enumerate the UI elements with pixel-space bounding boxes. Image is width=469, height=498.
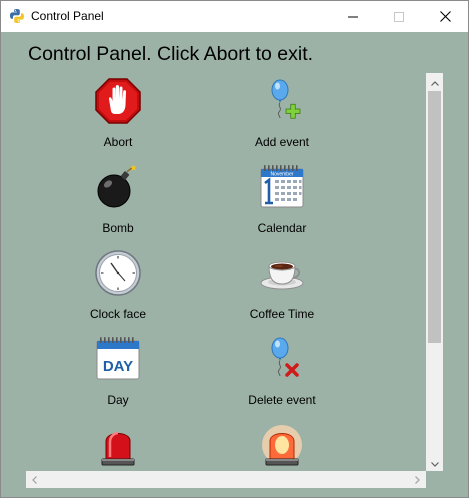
item-label: Coffee Time [249, 307, 315, 321]
item-add-event[interactable]: Add event [192, 73, 372, 153]
close-button[interactable] [422, 1, 468, 32]
balloon-delete-icon [258, 335, 306, 383]
bomb-icon [94, 163, 142, 211]
item-label: Calendar [257, 221, 307, 235]
minimize-icon [348, 12, 358, 22]
minimize-button[interactable] [330, 1, 376, 32]
window-title: Control Panel [31, 9, 104, 23]
item-label: Add event [254, 135, 310, 149]
balloon-plus-icon [258, 77, 306, 125]
item-glowing-siren[interactable] [192, 417, 372, 471]
glowing-siren-icon [258, 421, 306, 469]
item-clock-face[interactable]: Clock face [28, 245, 208, 325]
item-day[interactable]: DAY Day [28, 331, 208, 411]
item-label: Day [107, 393, 129, 407]
day-calendar-icon: DAY [94, 335, 142, 383]
chevron-left-icon [32, 471, 37, 489]
coffee-cup-icon [258, 249, 306, 297]
scroll-left-button[interactable] [26, 471, 43, 488]
chevron-right-icon [415, 471, 420, 489]
vertical-scroll-thumb[interactable] [428, 91, 441, 343]
item-label: Bomb [102, 221, 134, 235]
red-siren-icon [94, 421, 142, 469]
title-bar[interactable]: Control Panel [1, 1, 468, 32]
maximize-button[interactable] [376, 1, 422, 32]
item-label: Clock face [89, 307, 147, 321]
stop-hand-icon [94, 77, 142, 125]
clock-icon [94, 249, 142, 297]
calendar-month-text: November [270, 171, 293, 177]
item-bomb[interactable]: Bomb [28, 159, 208, 239]
close-icon [439, 11, 451, 22]
page-heading: Control Panel. Click Abort to exit. [28, 43, 314, 65]
horizontal-scrollbar[interactable] [26, 471, 426, 488]
maximize-icon [394, 11, 404, 22]
day-text: DAY [103, 358, 133, 375]
item-abort[interactable]: Abort [28, 73, 208, 153]
item-label: Delete event [248, 393, 316, 407]
scroll-right-button[interactable] [409, 471, 426, 488]
control-panel-window: Control Panel Control Panel. Click Abort… [0, 0, 469, 498]
item-red-siren[interactable] [28, 417, 208, 471]
icon-grid: Abort Add event Bomb November Calendar C… [26, 73, 426, 471]
chevron-up-icon [430, 73, 439, 91]
vertical-scrollbar[interactable] [426, 73, 443, 471]
item-label: Abort [103, 135, 133, 149]
scroll-down-button[interactable] [426, 454, 443, 471]
item-delete-event[interactable]: Delete event [192, 331, 372, 411]
scroll-up-button[interactable] [426, 73, 443, 90]
item-calendar[interactable]: November Calendar [192, 159, 372, 239]
calendar-icon: November [258, 163, 306, 211]
python-icon [9, 8, 25, 24]
scrollbar-corner [426, 471, 443, 488]
item-coffee-time[interactable]: Coffee Time [192, 245, 372, 325]
chevron-down-icon [430, 454, 439, 472]
